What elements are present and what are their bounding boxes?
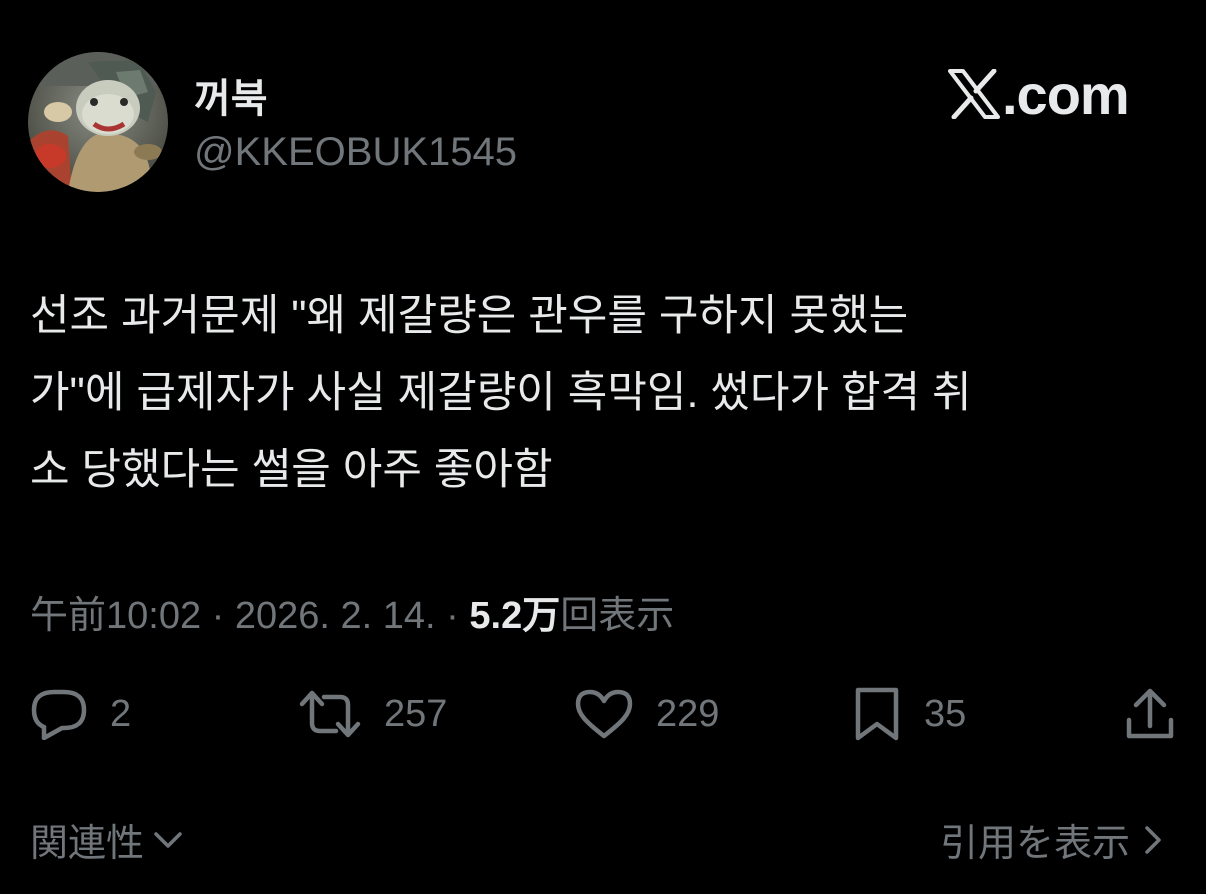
bookmark-icon bbox=[855, 687, 899, 741]
views-count[interactable]: 5.2万 bbox=[469, 584, 560, 639]
chevron-right-icon bbox=[1145, 825, 1161, 854]
retweet-icon bbox=[299, 690, 361, 738]
views-label[interactable]: 回表示 bbox=[560, 584, 674, 639]
turtle-avatar bbox=[28, 52, 168, 192]
sort-related-label: 関連性 bbox=[30, 823, 145, 865]
like-count: 229 bbox=[656, 692, 720, 735]
share-icon bbox=[1126, 688, 1174, 739]
tweet-time[interactable]: 午前10:02 bbox=[30, 584, 201, 639]
x-logo-icon bbox=[948, 69, 1000, 119]
retweet-button[interactable]: 257 bbox=[298, 684, 447, 744]
bookmark-button[interactable]: 35 bbox=[852, 684, 966, 744]
brand-logo: .com bbox=[948, 62, 1130, 126]
meta-separator: · bbox=[201, 595, 235, 637]
reply-button[interactable]: 2 bbox=[30, 684, 131, 744]
avatar[interactable] bbox=[28, 52, 168, 192]
heart-icon bbox=[575, 689, 633, 739]
view-quotes-button[interactable]: 引用を表示 bbox=[940, 812, 1166, 867]
chevron-down-icon bbox=[154, 831, 182, 848]
sort-related-button[interactable]: 関連性 bbox=[30, 812, 186, 867]
brand-label: .com bbox=[1002, 62, 1130, 126]
tweet-text: 선조 과거문제 "왜 제갈량은 관우를 구하지 못했는 가"에 급제자가 사실 … bbox=[30, 292, 972, 494]
like-button[interactable]: 229 bbox=[574, 684, 719, 744]
tweet-meta: 午前10:02 · 2026. 2. 14. · 5.2万 回表示 bbox=[30, 584, 674, 639]
meta-separator: · bbox=[435, 595, 470, 637]
reply-count: 2 bbox=[110, 692, 132, 735]
retweet-count: 257 bbox=[384, 692, 448, 735]
reply-icon bbox=[31, 689, 87, 740]
view-quotes-label: 引用を表示 bbox=[939, 823, 1130, 865]
author-handle[interactable]: @KKEOBUK1545 bbox=[194, 130, 517, 175]
share-button[interactable] bbox=[1124, 684, 1176, 744]
action-bar: 2 257 229 35 bbox=[0, 684, 1206, 744]
bookmark-count: 35 bbox=[924, 692, 967, 735]
author-display-name[interactable]: 꺼북 bbox=[194, 66, 268, 124]
tweet-date[interactable]: 2026. 2. 14. bbox=[235, 595, 436, 638]
